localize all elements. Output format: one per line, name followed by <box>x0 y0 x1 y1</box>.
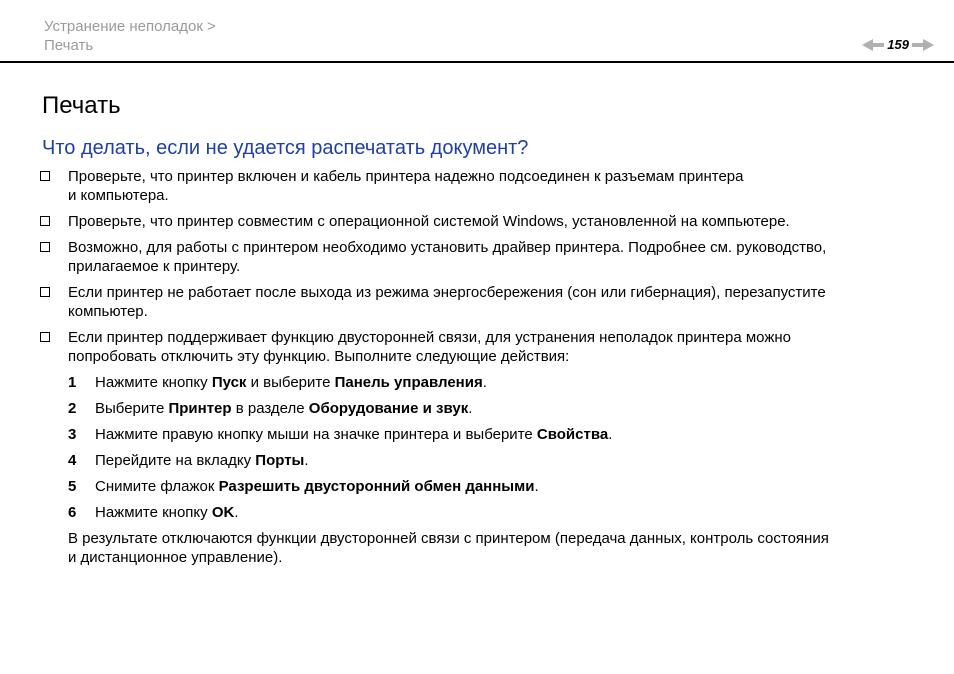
step-ui-term: Панель управления <box>334 374 483 391</box>
step-item: 3 Нажмите правую кнопку мыши на значке п… <box>68 425 910 444</box>
step-ui-term: Пуск <box>211 374 247 391</box>
step-item: 1 Нажмите кнопку Пуск и выберите Панель … <box>68 373 910 392</box>
header-divider <box>0 61 954 63</box>
bullet-text-line: Возможно, для работы с принтером необход… <box>68 239 827 256</box>
bullet-item: Если принтер поддерживает функцию двусто… <box>40 328 910 366</box>
step-number: 5 <box>68 478 77 495</box>
square-bullet-icon <box>40 167 68 205</box>
step-item: 4 Перейдите на вкладку Порты. <box>68 451 910 470</box>
note-text-line: В результате отключаются функции двустор… <box>68 530 829 547</box>
bullet-text-line: и компьютера. <box>68 187 169 204</box>
step-item: 2 Выберите Принтер в разделе Оборудовани… <box>68 399 910 418</box>
step-text: и выберите <box>246 374 335 391</box>
page-title: Печать <box>42 92 121 119</box>
step-text: Нажмите кнопку <box>95 504 212 521</box>
prev-page-arrow-icon[interactable] <box>862 39 885 51</box>
step-ui-term: Порты <box>255 452 305 469</box>
bullet-text-line: Если принтер не работает после выхода из… <box>68 284 826 301</box>
bullet-item: Проверьте, что принтер включен и кабель … <box>40 167 910 205</box>
bullet-text-line: попробовать отключить эту функцию. Выпол… <box>68 348 570 365</box>
content-body: Проверьте, что принтер включен и кабель … <box>40 167 910 567</box>
bullet-text-line: Если принтер поддерживает функцию двусто… <box>68 329 792 346</box>
step-text: Перейдите на вкладку <box>95 452 256 469</box>
step-text: . <box>534 478 539 495</box>
bullet-text-line: Проверьте, что принтер совместим с опера… <box>68 213 790 230</box>
bullet-item: Возможно, для работы с принтером необход… <box>40 238 910 276</box>
step-ui-term: Оборудование и звук <box>308 400 469 417</box>
square-bullet-icon <box>40 283 68 321</box>
page-navigator: 159 <box>862 37 934 53</box>
bullet-item: Проверьте, что принтер совместим с опера… <box>40 212 910 231</box>
result-note: В результате отключаются функции двустор… <box>68 529 910 567</box>
step-number: 4 <box>68 452 77 469</box>
step-text: Нажмите кнопку <box>95 374 212 391</box>
step-item: 6 Нажмите кнопку OK. <box>68 503 910 522</box>
note-text-line: и дистанционное управление). <box>68 549 283 566</box>
section-subtitle: Что делать, если не удается распечатать … <box>42 137 529 159</box>
square-bullet-icon <box>40 238 68 276</box>
step-text: Выберите <box>95 400 169 417</box>
step-number: 1 <box>68 374 77 391</box>
step-list: 1 Нажмите кнопку Пуск и выберите Панель … <box>68 373 910 522</box>
step-text: . <box>482 374 487 391</box>
step-text: Снимите флажок <box>95 478 219 495</box>
step-ui-term: Принтер <box>168 400 232 417</box>
step-number: 6 <box>68 504 77 521</box>
step-ui-term: Разрешить двусторонний обмен данными <box>218 478 535 495</box>
step-ui-term: Свойства <box>536 426 609 443</box>
step-text: . <box>608 426 613 443</box>
step-text: в разделе <box>231 400 309 417</box>
bullet-text-line: компьютер. <box>68 303 148 320</box>
breadcrumb-page[interactable]: Печать <box>44 36 216 55</box>
square-bullet-icon <box>40 212 68 231</box>
breadcrumb: Устранение неполадок > Печать <box>44 17 216 55</box>
square-bullet-icon <box>40 328 68 366</box>
step-text: . <box>304 452 309 469</box>
bullet-text-line: Проверьте, что принтер включен и кабель … <box>68 168 744 185</box>
bullet-item: Если принтер не работает после выхода из… <box>40 283 910 321</box>
step-item: 5 Снимите флажок Разрешить двусторонний … <box>68 477 910 496</box>
step-number: 2 <box>68 400 77 417</box>
step-ui-term: OK <box>211 504 235 521</box>
page-number: 159 <box>887 37 909 52</box>
breadcrumb-section[interactable]: Устранение неполадок > <box>44 17 216 36</box>
step-text: Нажмите правую кнопку мыши на значке при… <box>95 426 537 443</box>
bullet-text-line: прилагаемое к принтеру. <box>68 258 241 275</box>
next-page-arrow-icon[interactable] <box>912 39 934 51</box>
manual-page: Устранение неполадок > Печать 159 Печать… <box>0 0 954 674</box>
step-number: 3 <box>68 426 77 443</box>
step-text: . <box>468 400 473 417</box>
step-text: . <box>234 504 239 521</box>
